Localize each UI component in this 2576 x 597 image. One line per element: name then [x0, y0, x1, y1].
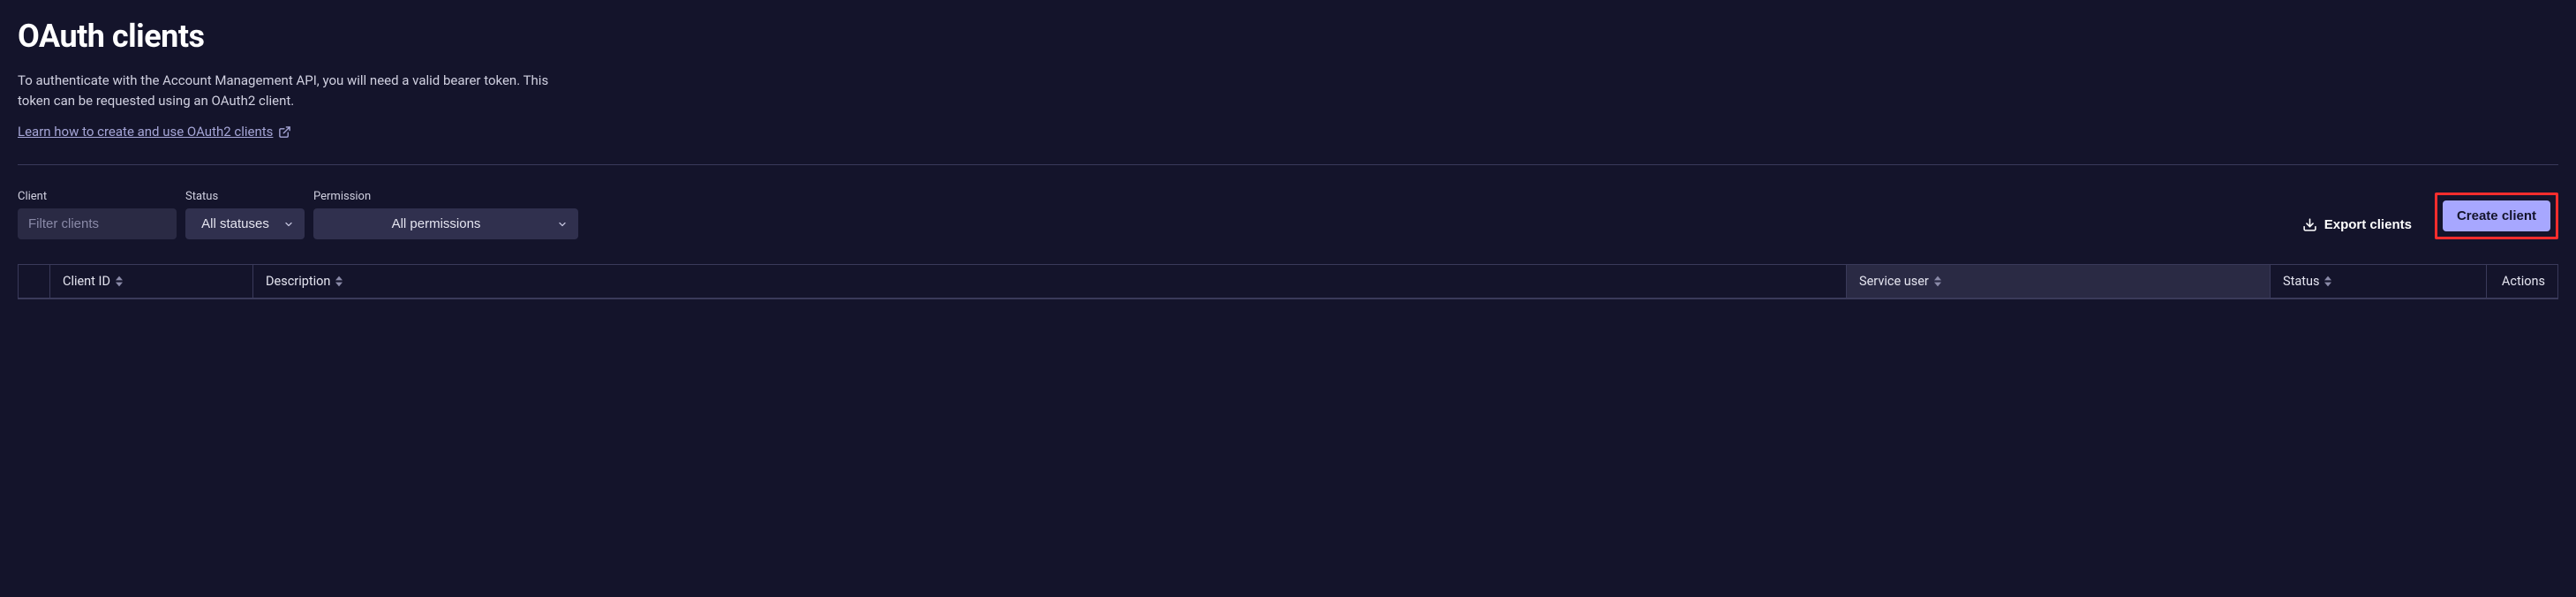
- table-header-description[interactable]: Description: [253, 265, 1847, 298]
- status-filter-label: Status: [185, 190, 305, 203]
- permission-filter-group: Permission All permissions: [313, 190, 578, 239]
- export-clients-label: Export clients: [2324, 217, 2412, 232]
- table-header-status-label: Status: [2283, 274, 2319, 289]
- sort-icon: [2324, 276, 2331, 287]
- learn-link-text: Learn how to create and use OAuth2 clien…: [18, 124, 273, 140]
- learn-oauth-link[interactable]: Learn how to create and use OAuth2 clien…: [18, 124, 291, 140]
- create-client-highlight: Create client: [2435, 193, 2558, 239]
- client-filter-group: Client: [18, 190, 177, 239]
- section-divider: [18, 164, 2558, 165]
- table-header-description-label: Description: [266, 274, 330, 289]
- table-header-checkbox[interactable]: [19, 265, 50, 298]
- external-link-icon: [278, 125, 291, 139]
- filters-row: Client Status All statuses Permission Al…: [18, 190, 2558, 239]
- client-filter-input[interactable]: [18, 208, 177, 239]
- table-header-actions: Actions: [2487, 265, 2557, 298]
- client-filter-label: Client: [18, 190, 177, 203]
- status-filter-select[interactable]: All statuses: [185, 208, 305, 239]
- export-clients-button[interactable]: Export clients: [2297, 210, 2417, 239]
- table-header-service-user-label: Service user: [1859, 274, 1929, 289]
- table-header-row: Client ID Description Service user Statu…: [18, 264, 2558, 299]
- table-header-client-id-label: Client ID: [63, 274, 110, 289]
- page-title: OAuth clients: [18, 18, 2558, 55]
- table-header-service-user[interactable]: Service user: [1847, 265, 2271, 298]
- permission-filter-select[interactable]: All permissions: [313, 208, 578, 239]
- download-icon: [2302, 217, 2317, 232]
- page-description: To authenticate with the Account Managem…: [18, 71, 583, 110]
- create-client-button[interactable]: Create client: [2443, 200, 2550, 231]
- status-filter-group: Status All statuses: [185, 190, 305, 239]
- sort-icon: [1934, 276, 1941, 287]
- table-header-status[interactable]: Status: [2271, 265, 2487, 298]
- sort-icon: [335, 276, 343, 287]
- table-header-client-id[interactable]: Client ID: [50, 265, 253, 298]
- permission-filter-label: Permission: [313, 190, 578, 203]
- sort-icon: [116, 276, 123, 287]
- table-header-actions-label: Actions: [2502, 274, 2545, 289]
